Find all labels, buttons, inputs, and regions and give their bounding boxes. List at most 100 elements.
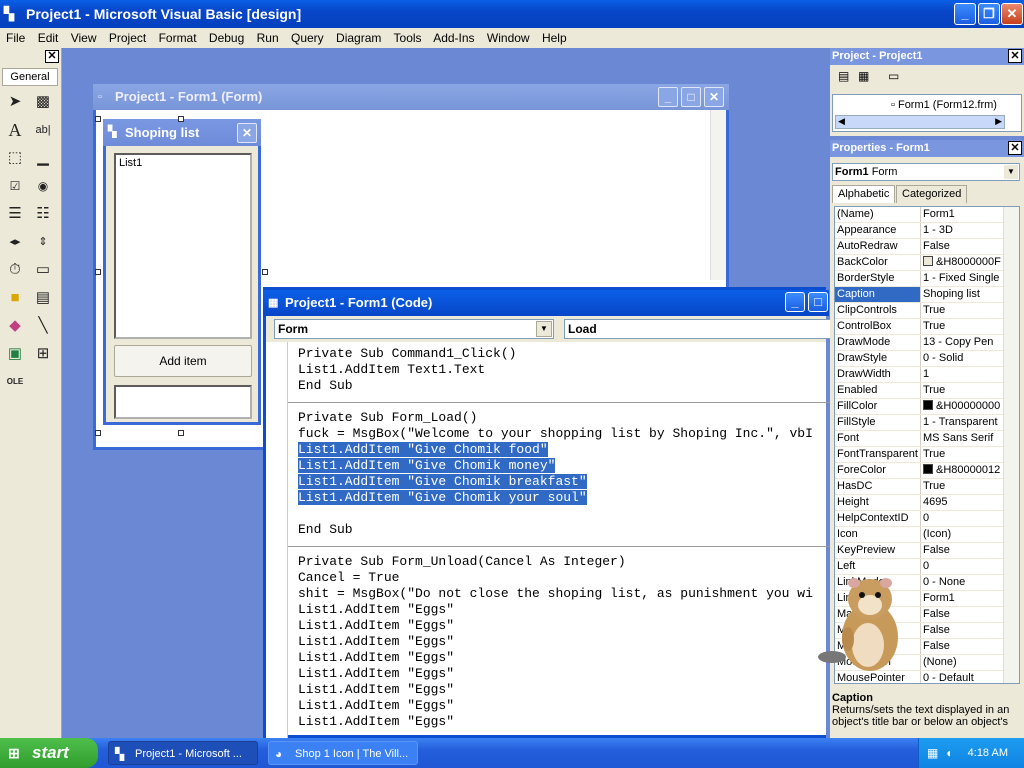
project-tree-hscrollbar[interactable]: ◀ ▶: [835, 115, 1005, 129]
property-value[interactable]: 0: [921, 511, 1005, 526]
property-value[interactable]: MS Sans Serif: [921, 431, 1005, 446]
resize-handle[interactable]: [178, 116, 184, 122]
tab-alphabetic[interactable]: Alphabetic: [832, 185, 896, 203]
label-icon[interactable]: A: [3, 118, 27, 142]
property-value[interactable]: False: [921, 239, 1005, 254]
shape-icon[interactable]: ◆: [3, 314, 27, 338]
code-line[interactable]: Private Sub Command1_Click(): [298, 346, 838, 362]
view-object-icon[interactable]: ▦: [858, 69, 869, 83]
property-row[interactable]: DrawStyle 0 - Solid: [835, 351, 1019, 367]
list1-listbox[interactable]: List1: [114, 153, 252, 339]
property-value[interactable]: 4695: [921, 495, 1005, 510]
property-value[interactable]: 13 - Copy Pen: [921, 335, 1005, 350]
object-combo[interactable]: Form ▼: [274, 319, 554, 339]
shoping-list-title-bar[interactable]: ▚ Shoping list ✕: [103, 119, 261, 146]
commandbutton-icon[interactable]: ▁: [31, 146, 55, 170]
property-row[interactable]: Font MS Sans Serif: [835, 431, 1019, 447]
view-code-icon[interactable]: ▤: [838, 69, 849, 83]
code-line[interactable]: List1.AddItem Text1.Text: [298, 362, 838, 378]
property-value[interactable]: 1 - 3D: [921, 223, 1005, 238]
code-window-title-bar[interactable]: ▦ Project1 - Form1 (Code) _ □: [263, 290, 829, 316]
optionbutton-icon[interactable]: ◉: [31, 174, 55, 198]
property-value[interactable]: True: [921, 383, 1005, 398]
code-line[interactable]: List1.AddItem "Eggs": [298, 618, 838, 634]
property-value[interactable]: (Icon): [921, 527, 1005, 542]
textbox-icon[interactable]: ab|: [31, 118, 55, 142]
tray-network-icon[interactable]: ▦: [927, 738, 938, 768]
form-designer-scrollbar[interactable]: [710, 110, 726, 280]
line-icon[interactable]: ╲: [31, 314, 55, 338]
property-value[interactable]: True: [921, 479, 1005, 494]
code-line[interactable]: List1.AddItem "Eggs": [298, 602, 838, 618]
property-value[interactable]: &H8000000F: [921, 255, 1005, 270]
tree-node-form1[interactable]: ▫ Form1 (Form12.frm): [891, 99, 997, 111]
picturebox-icon[interactable]: ▩: [31, 90, 55, 114]
property-row[interactable]: ForeColor &H80000012: [835, 463, 1019, 479]
listbox-icon[interactable]: ☷: [31, 202, 55, 226]
toolbox-close-button[interactable]: ✕: [45, 50, 59, 63]
restore-button[interactable]: ❐: [978, 3, 1000, 25]
menu-window[interactable]: Window: [487, 31, 530, 45]
menu-view[interactable]: View: [71, 31, 97, 45]
filelistbox-icon[interactable]: ▤: [31, 286, 55, 310]
tray-volume-icon[interactable]: ◖: [945, 738, 952, 768]
project-explorer-close-button[interactable]: ✕: [1008, 49, 1022, 63]
object-selector[interactable]: Form1 Form ▼: [832, 163, 1020, 181]
combobox-icon[interactable]: ☰: [3, 202, 27, 226]
shoping-list-close-button[interactable]: ✕: [237, 123, 257, 143]
dirlistbox-icon[interactable]: ■: [3, 286, 27, 310]
property-value[interactable]: (None): [921, 655, 1005, 670]
vscrollbar-icon[interactable]: ⇕: [31, 230, 55, 254]
property-value[interactable]: True: [921, 447, 1005, 462]
code-minimize-button[interactable]: _: [785, 292, 805, 312]
code-line[interactable]: List1.AddItem "Eggs": [298, 666, 838, 682]
timer-icon[interactable]: ⏱: [3, 258, 27, 282]
menu-run[interactable]: Run: [257, 31, 279, 45]
code-line[interactable]: List1.AddItem "Give Chomik food": [298, 442, 838, 458]
property-row[interactable]: FillColor &H00000000: [835, 399, 1019, 415]
form-designer-close-button[interactable]: ✕: [704, 87, 724, 107]
code-line[interactable]: shit = MsgBox("Do not close the shoping …: [298, 586, 838, 602]
property-value[interactable]: Shoping list: [921, 287, 1005, 302]
tab-categorized[interactable]: Categorized: [896, 185, 968, 203]
chevron-down-icon[interactable]: ▼: [1004, 165, 1018, 179]
hscrollbar-icon[interactable]: ◂▸: [3, 230, 27, 254]
code-line[interactable]: List1.AddItem "Give Chomik your soul": [298, 490, 838, 506]
property-row[interactable]: Enabled True: [835, 383, 1019, 399]
code-line[interactable]: End Sub: [298, 522, 838, 538]
property-value[interactable]: False: [921, 639, 1005, 654]
property-row[interactable]: BackColor &H8000000F: [835, 255, 1019, 271]
pointer-icon[interactable]: ➤: [3, 90, 27, 114]
checkbox-icon[interactable]: ☑: [3, 174, 27, 198]
property-row[interactable]: Caption Shoping list: [835, 287, 1019, 303]
property-row[interactable]: Appearance 1 - 3D: [835, 223, 1019, 239]
code-line[interactable]: List1.AddItem "Eggs": [298, 698, 838, 714]
resize-handle[interactable]: [178, 430, 184, 436]
code-line[interactable]: List1.AddItem "Eggs": [298, 634, 838, 650]
code-line[interactable]: Cancel = True: [298, 570, 838, 586]
property-row[interactable]: FontTransparent True: [835, 447, 1019, 463]
property-row[interactable]: ClipControls True: [835, 303, 1019, 319]
drivelistbox-icon[interactable]: ▭: [31, 258, 55, 282]
property-row[interactable]: AutoRedraw False: [835, 239, 1019, 255]
toggle-folders-icon[interactable]: ▭: [888, 69, 899, 83]
resize-handle[interactable]: [95, 430, 101, 436]
minimize-button[interactable]: _: [954, 3, 976, 25]
property-value[interactable]: Form1: [921, 207, 1005, 222]
property-value[interactable]: True: [921, 303, 1005, 318]
property-value[interactable]: &H80000012: [921, 463, 1005, 478]
code-line[interactable]: Private Sub Form_Unload(Cancel As Intege…: [298, 554, 838, 570]
property-row[interactable]: ControlBox True: [835, 319, 1019, 335]
property-row[interactable]: Height 4695: [835, 495, 1019, 511]
menu-diagram[interactable]: Diagram: [336, 31, 381, 45]
property-value[interactable]: Form1: [921, 591, 1005, 606]
property-row[interactable]: Icon (Icon): [835, 527, 1019, 543]
menu-edit[interactable]: Edit: [38, 31, 59, 45]
menu-file[interactable]: File: [6, 31, 25, 45]
form-designer-maximize-button[interactable]: □: [681, 87, 701, 107]
property-value[interactable]: 0 - None: [921, 575, 1005, 590]
property-row[interactable]: BorderStyle 1 - Fixed Single: [835, 271, 1019, 287]
toolbox-tab-general[interactable]: General: [2, 68, 58, 86]
property-row[interactable]: (Name) Form1: [835, 207, 1019, 223]
add-item-button[interactable]: Add item: [114, 345, 252, 377]
